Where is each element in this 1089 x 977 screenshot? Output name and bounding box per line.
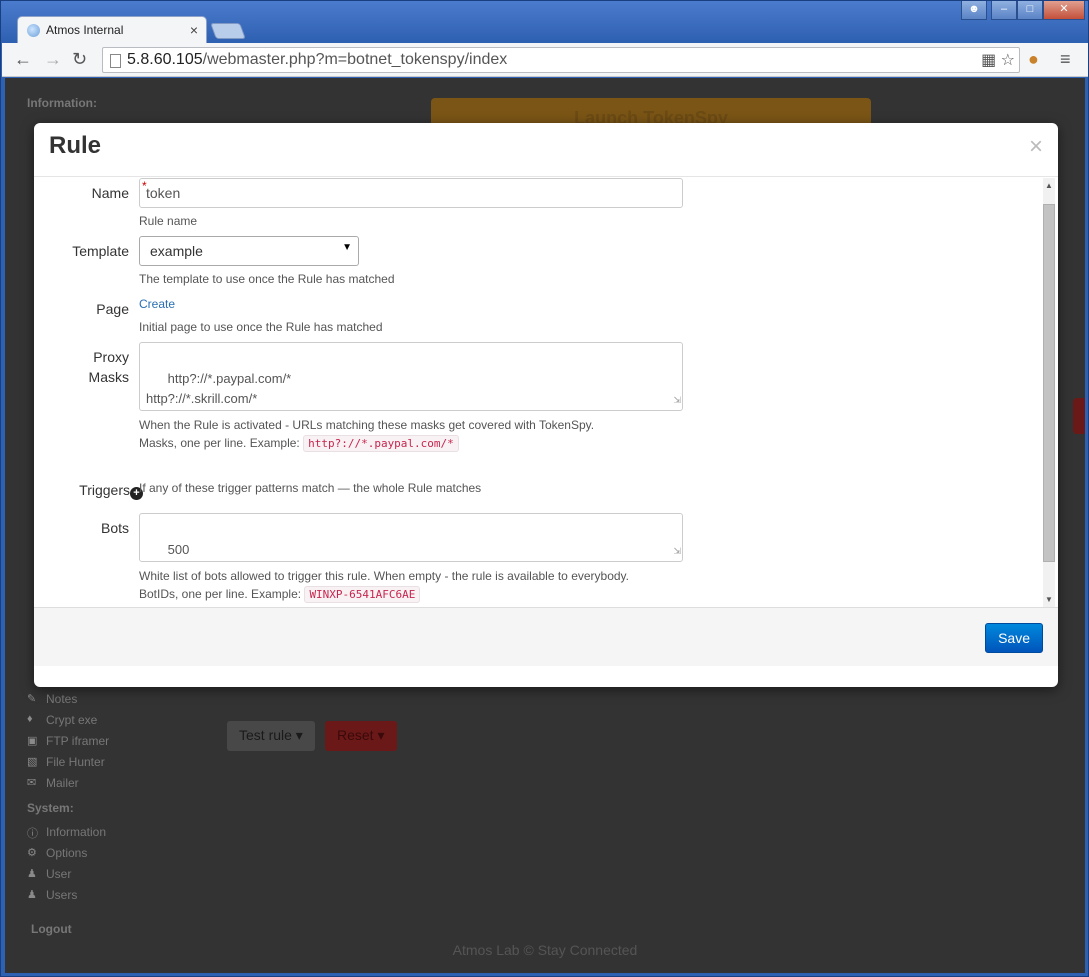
- test-rule-button[interactable]: Test rule ▾: [227, 721, 315, 751]
- template-selected-value: example: [150, 243, 203, 259]
- modal-title: Rule: [49, 132, 102, 159]
- modal-header: Rule ×: [34, 123, 1058, 177]
- proxy-masks-help: When the Rule is activated - URLs matchi…: [139, 418, 595, 432]
- page-help: Initial page to use once the Rule has ma…: [139, 320, 383, 334]
- info-icon: ⓘ: [27, 828, 38, 840]
- file-icon: ▧: [27, 756, 38, 768]
- name-value: token: [146, 185, 181, 201]
- template-help: The template to use once the Rule has ma…: [139, 272, 395, 286]
- modal-close-icon[interactable]: ×: [1029, 133, 1043, 161]
- back-arrow-icon[interactable]: ←: [14, 49, 32, 70]
- user-profile-icon[interactable]: ☻: [961, 1, 987, 20]
- resize-grip-icon[interactable]: ⇲: [673, 390, 681, 410]
- sidebar-item-notes[interactable]: ✎ Notes: [27, 692, 77, 706]
- reset-button[interactable]: Reset ▾: [325, 721, 397, 751]
- required-marker: *: [142, 179, 147, 193]
- browser-tab[interactable]: Atmos Internal ×: [17, 16, 207, 43]
- bots-textarea[interactable]: 500 ⇲: [139, 513, 683, 562]
- sidebar-item-options[interactable]: ⚙ Options: [27, 846, 87, 860]
- url-host: 5.8.60.105: [127, 51, 203, 68]
- page-icon: [110, 54, 121, 68]
- scroll-down-arrow-icon[interactable]: ▼: [1045, 595, 1053, 604]
- proxy-mask-example: http?://*.paypal.com/*: [303, 435, 459, 452]
- proxy-masks-label: Proxy Masks: [88, 349, 129, 385]
- envelope-icon: ✉: [27, 777, 37, 789]
- forward-arrow-icon[interactable]: →: [44, 49, 62, 70]
- user-icon: ♟: [27, 868, 37, 880]
- minimize-icon[interactable]: –: [991, 1, 1017, 20]
- shield-icon: ♦: [27, 713, 33, 725]
- create-page-link[interactable]: Create: [139, 297, 175, 311]
- sidebar-heading-system: System:: [27, 801, 74, 815]
- tab-close-icon[interactable]: ×: [190, 22, 198, 38]
- users-icon: ♟: [27, 889, 37, 901]
- sidebar-heading-information: Information:: [27, 96, 97, 110]
- dropdown-caret-icon: ▼: [342, 242, 352, 253]
- bookmark-star-icon[interactable]: ☆: [1001, 52, 1015, 69]
- template-select[interactable]: example ▼: [139, 236, 359, 266]
- translate-icon[interactable]: ▦: [981, 52, 996, 69]
- sidebar-item-crypt-exe[interactable]: ♦ Crypt exe: [27, 713, 97, 727]
- window-close-icon[interactable]: ✕: [1043, 1, 1085, 20]
- bot-id-example: WINXP-6541AFC6AE: [304, 586, 421, 603]
- rule-modal: Rule × Name token * Rule name Template e…: [34, 123, 1058, 687]
- proxy-masks-value: http?://*.paypal.com/* http?://*.skrill.…: [146, 371, 292, 406]
- bots-value: 500: [167, 542, 190, 557]
- template-label: Template: [72, 243, 129, 259]
- browser-toolbar: ← → ↻ 5.8.60.105/webmaster.php?m=botnet_…: [2, 43, 1088, 77]
- tab-title: Atmos Internal: [46, 23, 124, 37]
- gear-icon: ⚙: [27, 847, 37, 859]
- page-footer: Atmos Lab © Stay Connected: [452, 942, 638, 958]
- name-label: Name: [91, 185, 129, 201]
- bots-label: Bots: [100, 520, 129, 536]
- name-input[interactable]: token: [139, 178, 683, 208]
- chrome-menu-icon[interactable]: ≡: [1060, 49, 1071, 70]
- proxy-masks-textarea[interactable]: http?://*.paypal.com/* http?://*.skrill.…: [139, 342, 683, 411]
- sidebar-item-file-hunter[interactable]: ▧ File Hunter: [27, 755, 105, 769]
- bots-help: White list of bots allowed to trigger th…: [139, 569, 630, 583]
- scroll-up-arrow-icon[interactable]: ▲: [1045, 181, 1053, 190]
- ftp-icon: ▣: [27, 735, 38, 747]
- reload-icon[interactable]: ↻: [72, 49, 87, 70]
- sidebar-item-information[interactable]: ⓘ Information: [27, 825, 106, 840]
- sidebar-item-user[interactable]: ♟ User: [27, 867, 71, 881]
- bots-example-line: BotIDs, one per line. Example: WINXP-654…: [139, 586, 421, 603]
- triggers-label: Triggers +: [79, 480, 143, 500]
- resize-grip-icon[interactable]: ⇲: [673, 541, 681, 561]
- site-favicon-icon: [27, 24, 40, 37]
- cookie-extension-icon[interactable]: ●: [1028, 49, 1039, 70]
- page-label: Page: [96, 301, 129, 317]
- name-help: Rule name: [139, 214, 198, 228]
- triggers-help: If any of these trigger patterns match —…: [139, 481, 482, 495]
- scrollbar-thumb[interactable]: [1043, 204, 1055, 562]
- new-tab-button[interactable]: [210, 23, 246, 39]
- modal-footer: Save: [34, 607, 1058, 666]
- logout-link[interactable]: Logout: [31, 922, 72, 936]
- modal-body: Name token * Rule name Template example …: [34, 178, 1058, 607]
- pencil-icon: ✎: [27, 693, 37, 705]
- address-bar[interactable]: 5.8.60.105/webmaster.php?m=botnet_tokens…: [102, 47, 1020, 73]
- sidebar-item-users[interactable]: ♟ Users: [27, 888, 77, 902]
- save-button[interactable]: Save: [985, 623, 1043, 653]
- maximize-icon[interactable]: □: [1017, 1, 1043, 20]
- url-path: /webmaster.php?m=botnet_tokenspy/index: [202, 51, 508, 68]
- modal-scrollbar[interactable]: ▲ ▼: [1043, 178, 1055, 607]
- sidebar-item-mailer[interactable]: ✉ Mailer: [27, 776, 79, 790]
- sidebar-item-ftp-iframer[interactable]: ▣ FTP iframer: [27, 734, 109, 748]
- proxy-masks-example-line: Masks, one per line. Example: http?://*.…: [139, 435, 459, 452]
- background-side-tab: [1073, 398, 1085, 434]
